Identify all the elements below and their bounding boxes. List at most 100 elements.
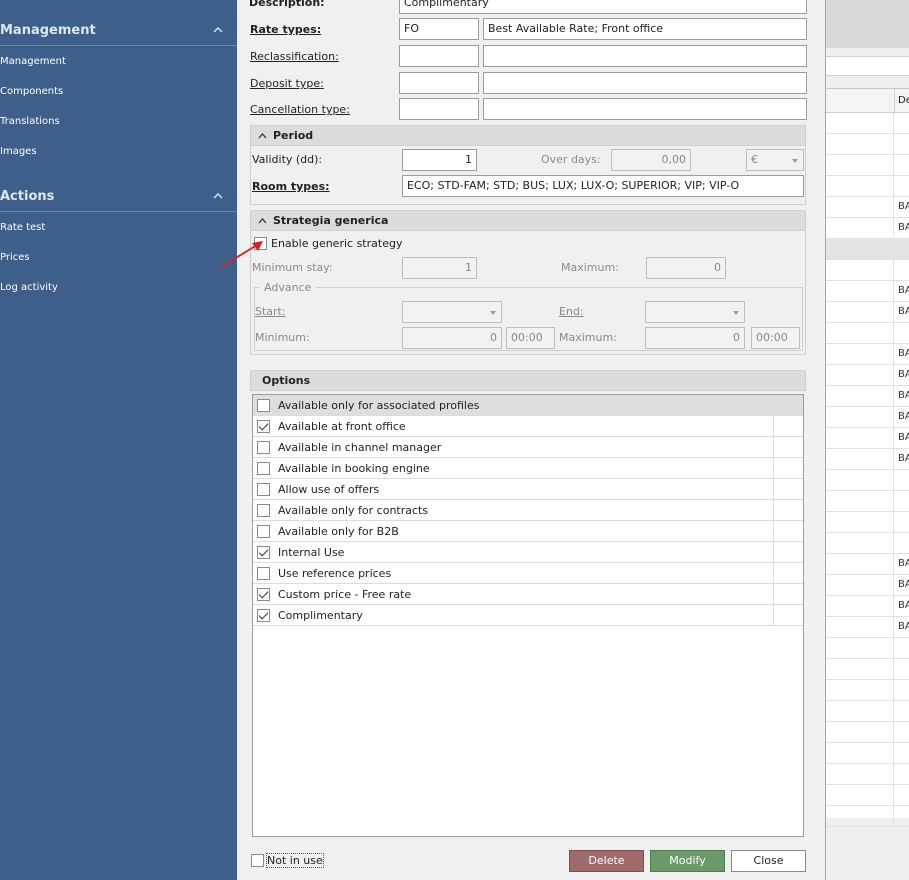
sidebar-section-title: Actions [0, 189, 55, 204]
chevron-up-icon[interactable] [258, 217, 267, 225]
currency-value: € [751, 153, 758, 166]
background-table-row [826, 491, 909, 512]
option-checkbox[interactable] [257, 441, 270, 454]
background-cell-text: BA [898, 369, 909, 380]
background-cell [826, 785, 894, 806]
option-row[interactable]: Available only for B2B [253, 521, 803, 542]
not-in-use-label[interactable]: Not in use [266, 853, 324, 868]
chevron-up-icon[interactable] [213, 25, 223, 35]
modify-button[interactable]: Modify [650, 850, 725, 872]
sidebar-item-prices[interactable]: Prices [0, 252, 30, 263]
background-window: De BA BA BA BA BA BA BA BA BA BA BA BA BA BA [826, 0, 909, 880]
sidebar-item-translations[interactable]: Translations [0, 116, 60, 127]
validity-input[interactable]: 1 [402, 149, 477, 171]
background-table-row [826, 806, 909, 827]
sidebar-item-management[interactable]: Management [0, 56, 66, 67]
advance-minimum-time-input[interactable]: 00:00 [506, 327, 555, 349]
deposit-type-label[interactable]: Deposit type: [250, 77, 324, 90]
deposit-type-description-input[interactable] [483, 72, 807, 94]
option-checkbox[interactable] [257, 462, 270, 475]
cancellation-type-code-input[interactable] [399, 98, 479, 120]
deposit-type-code-input[interactable] [399, 72, 479, 94]
not-in-use-checkbox[interactable] [251, 854, 264, 867]
advance-end-select[interactable] [645, 301, 745, 323]
option-checkbox[interactable] [257, 504, 270, 517]
option-checkbox[interactable] [257, 567, 270, 580]
option-checkbox[interactable] [257, 609, 270, 622]
option-row[interactable]: Internal Use [253, 542, 803, 563]
options-list[interactable]: Available only for associated profiles Av… [252, 394, 804, 837]
strategy-section-header[interactable]: Strategia generica [250, 210, 806, 231]
reclassification-code-input[interactable] [399, 45, 479, 67]
background-cell [826, 155, 894, 176]
option-checkbox[interactable] [257, 588, 270, 601]
chevron-up-icon[interactable] [213, 191, 223, 201]
minimum-stay-input[interactable]: 1 [402, 257, 477, 279]
option-label: Available only for B2B [278, 525, 399, 538]
sidebar-section-actions[interactable]: Actions [0, 182, 237, 212]
option-row[interactable]: Available in booking engine [253, 458, 803, 479]
background-cell-text: BA [898, 306, 909, 317]
advance-end-label[interactable]: End: [559, 305, 584, 318]
period-section-title: Period [273, 129, 314, 142]
background-table-row: BA [826, 218, 909, 239]
cancellation-type-description-input[interactable] [483, 98, 807, 120]
sidebar-section-management[interactable]: Management [0, 16, 237, 46]
option-row[interactable]: Use reference prices [253, 563, 803, 584]
chevron-up-icon[interactable] [258, 132, 267, 140]
background-table-row: BA [826, 197, 909, 218]
advance-start-select[interactable] [402, 301, 502, 323]
rate-types-description-input[interactable]: Best Available Rate; Front office [483, 18, 807, 40]
option-checkbox[interactable] [257, 525, 270, 538]
annotation-arrow-icon [220, 241, 263, 268]
dropdown-arrow-icon [792, 159, 798, 163]
option-row[interactable]: Available only for associated profiles [253, 395, 803, 416]
column-divider [773, 395, 774, 416]
option-row[interactable]: Allow use of offers [253, 479, 803, 500]
period-section-header[interactable]: Period [250, 125, 806, 146]
sidebar-item-rate-test[interactable]: Rate test [0, 222, 45, 233]
currency-select[interactable]: € [746, 149, 804, 171]
sidebar-section-title: Management [0, 23, 96, 38]
option-row[interactable]: Complimentary [253, 605, 803, 626]
background-cell [826, 701, 894, 722]
option-row[interactable]: Available only for contracts [253, 500, 803, 521]
advance-maximum-time-input[interactable]: 00:00 [751, 327, 800, 349]
option-checkbox[interactable] [257, 546, 270, 559]
background-cell [826, 512, 894, 533]
rate-types-label[interactable]: Rate types: [250, 23, 321, 36]
maximum-stay-input[interactable]: 0 [646, 257, 726, 279]
advance-minimum-input[interactable]: 0 [402, 327, 502, 349]
rate-types-code-input[interactable]: FO [399, 18, 479, 40]
option-checkbox[interactable] [257, 483, 270, 496]
background-cell-text: BA [898, 558, 909, 569]
delete-button[interactable]: Delete [569, 850, 644, 872]
advance-maximum-input[interactable]: 0 [645, 327, 745, 349]
background-table-row [826, 512, 909, 533]
option-checkbox[interactable] [257, 399, 270, 412]
room-types-label[interactable]: Room types: [252, 180, 330, 193]
reclassification-description-input[interactable] [483, 45, 807, 67]
background-grid: De BA BA BA BA BA BA BA BA BA BA BA BA BA BA [826, 88, 909, 827]
cancellation-type-label[interactable]: Cancellation type: [250, 103, 350, 116]
sidebar-item-log-activity[interactable]: Log activity [0, 282, 58, 293]
sidebar-item-images[interactable]: Images [0, 146, 37, 157]
description-input[interactable]: Complimentary [399, 0, 807, 14]
sidebar-item-components[interactable]: Components [0, 86, 63, 97]
background-cell [826, 428, 894, 449]
close-button[interactable]: Close [731, 850, 806, 872]
over-days-input[interactable]: 0,00 [611, 149, 691, 171]
strategy-section-title: Strategia generica [273, 214, 389, 227]
background-cell [826, 386, 894, 407]
option-row[interactable]: Available at front office [253, 416, 803, 437]
reclassification-label[interactable]: Reclassification: [250, 50, 339, 63]
room-types-input[interactable]: ECO; STD-FAM; STD; BUS; LUX; LUX-O; SUPE… [402, 175, 804, 197]
advance-start-label[interactable]: Start: [255, 305, 286, 318]
option-row[interactable]: Available in channel manager [253, 437, 803, 458]
background-cell [826, 344, 894, 365]
option-row[interactable]: Custom price - Free rate [253, 584, 803, 605]
rate-edit-dialog: Description: Complimentary Rate types: F… [237, 0, 826, 880]
background-table-row: BA [826, 302, 909, 323]
option-checkbox[interactable] [257, 420, 270, 433]
enable-generic-strategy-label[interactable]: Enable generic strategy [271, 237, 402, 250]
